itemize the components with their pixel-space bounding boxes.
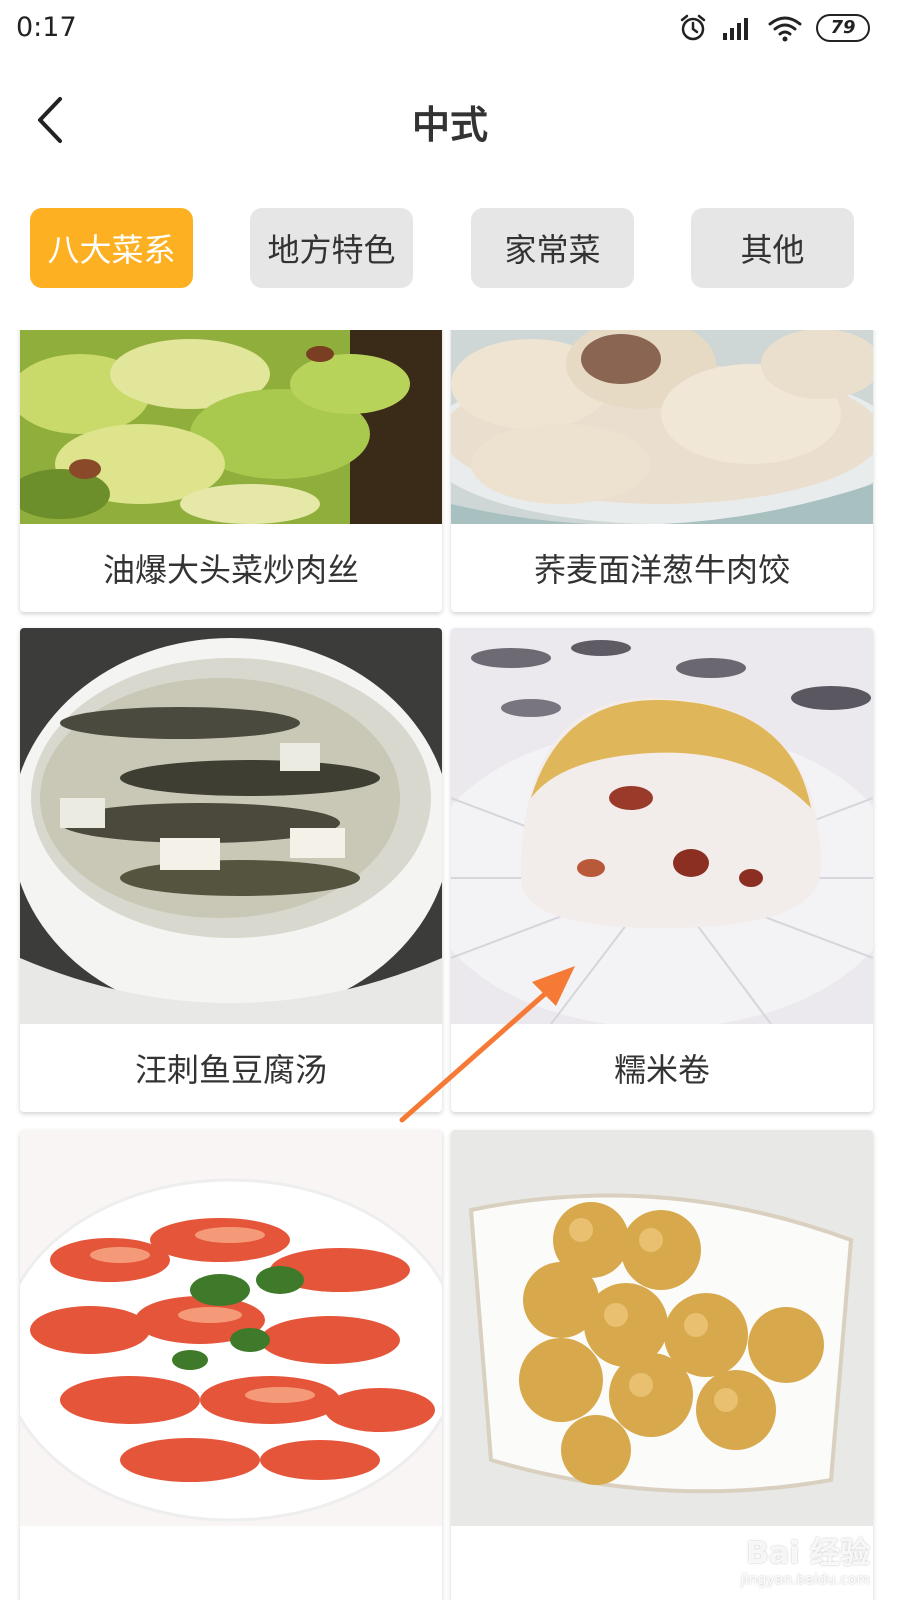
fish-tofu-soup-photo <box>20 628 442 1024</box>
dish-title: 油爆大头菜炒肉丝 <box>102 551 359 589</box>
dish-card[interactable] <box>20 1130 442 1600</box>
dish-title <box>20 1526 442 1600</box>
status-bar: 0:17 79 <box>0 0 900 62</box>
stir-fried-cabbage-photo <box>20 330 442 524</box>
dish-card[interactable]: 糯米卷 <box>451 628 873 1112</box>
wifi-icon <box>768 14 802 42</box>
watermark-logo: Bai 经验 jingyan.baidu.com <box>741 1528 870 1588</box>
alarm-icon <box>678 13 708 43</box>
dish-card[interactable]: 油爆大头菜炒肉丝 <box>20 330 442 612</box>
dish-card[interactable]: 汪刺鱼豆腐汤 <box>20 628 442 1112</box>
dish-title: 荞麦面洋葱牛肉饺 <box>533 551 790 589</box>
dish-title: 汪刺鱼豆腐汤 <box>134 1051 327 1089</box>
page-title: 中式 <box>411 103 488 147</box>
tab-eight-cuisines[interactable]: 八大菜系 <box>30 208 193 288</box>
nav-bar: 中式 <box>0 70 900 170</box>
dish-card[interactable]: 荞麦面洋葱牛肉饺 <box>451 330 873 612</box>
tab-other[interactable]: 其他 <box>691 208 854 288</box>
dish-title: 糯米卷 <box>613 1051 710 1089</box>
battery-icon: 79 <box>816 14 870 42</box>
status-icons: 79 <box>678 13 870 43</box>
category-tabs: 八大菜系 地方特色 家常菜 其他 <box>30 208 875 288</box>
dumplings-photo <box>451 330 873 524</box>
tab-local-specialties[interactable]: 地方特色 <box>250 208 413 288</box>
glutinous-rice-roll-photo <box>451 628 873 1024</box>
fried-balls-photo <box>451 1130 873 1526</box>
dish-grid: 油爆大头菜炒肉丝 荞麦面洋葱牛肉饺 汪刺鱼豆腐汤 糯米卷 <box>0 330 900 1600</box>
signal-icon <box>722 15 754 41</box>
tab-home-cooking[interactable]: 家常菜 <box>471 208 634 288</box>
watermark-text: Bai 经验 <box>746 1536 870 1571</box>
watermark-url: jingyan.baidu.com <box>740 1572 870 1588</box>
status-time: 0:17 <box>16 12 77 43</box>
boiled-shrimp-photo <box>20 1130 442 1526</box>
